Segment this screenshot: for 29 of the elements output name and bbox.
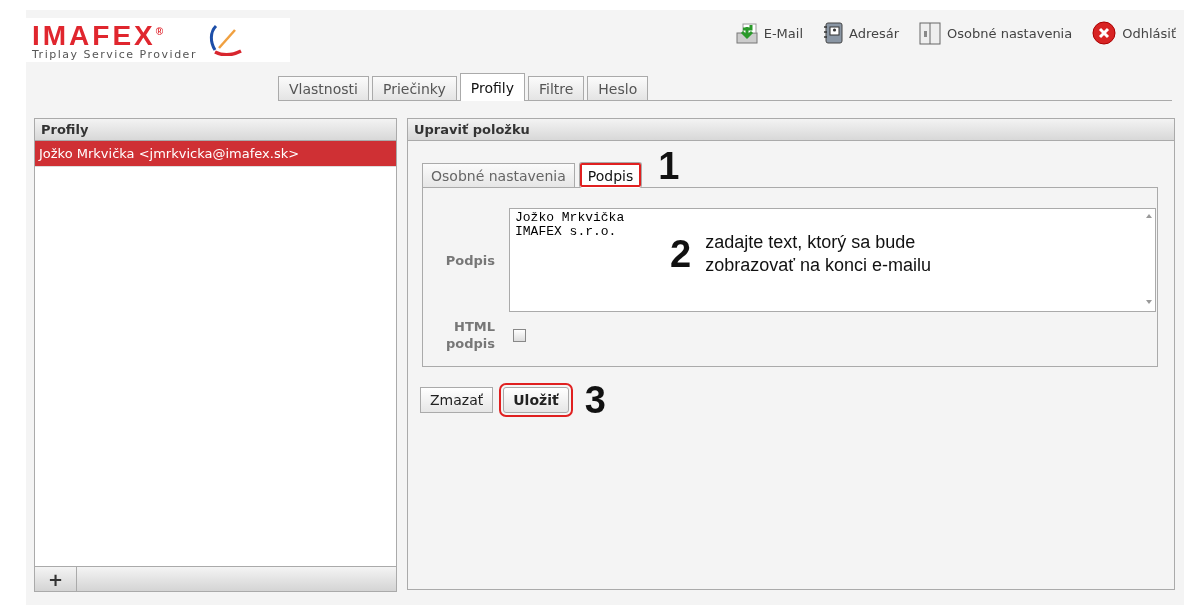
callout-number: 3	[584, 381, 606, 419]
address-book-icon	[823, 22, 843, 44]
field-label: Podpis	[444, 251, 495, 269]
callout-note: zadajte text, ktorý sa bude zobrazovať na konci e-mailu	[705, 231, 932, 277]
tab[interactable]: Osobné nastavenia	[422, 163, 575, 187]
logo-wordmark: IMAFEX$^{®}$	[32, 19, 164, 50]
close-icon	[1092, 21, 1117, 45]
panel-title: Upraviť položku	[408, 119, 1174, 141]
nav-link[interactable]: Odhlásiť	[1092, 21, 1176, 45]
nav-link[interactable]: Osobné nastavenia	[919, 21, 1073, 45]
tab[interactable]: Vlastnosti	[278, 76, 369, 100]
logo-tagline: Triplay Service Provider	[32, 49, 197, 62]
nav-link[interactable]: Adresár	[823, 21, 900, 45]
tab[interactable]: Podpis	[578, 162, 643, 188]
tab[interactable]: Profily	[459, 73, 525, 101]
tab[interactable]: Filtre	[527, 76, 585, 100]
field-label: HTML podpis	[444, 318, 495, 352]
panel-title: Profily	[35, 119, 396, 141]
add-button[interactable]: +	[35, 567, 77, 591]
profile-item[interactable]: Jožko Mrkvička <jmrkvicka@imafex.sk>	[35, 141, 396, 167]
panel-icon	[919, 21, 942, 45]
tab[interactable]: Heslo	[587, 76, 649, 100]
download-tray-icon	[735, 22, 758, 44]
form-button[interactable]: Zmazať	[420, 387, 494, 413]
checkbox[interactable]	[513, 328, 526, 342]
callout-number: 1	[658, 147, 680, 185]
nav-link[interactable]: E-Mail	[735, 21, 803, 45]
tab[interactable]: Priečinky	[371, 76, 457, 100]
callout-number: 2	[670, 235, 692, 273]
